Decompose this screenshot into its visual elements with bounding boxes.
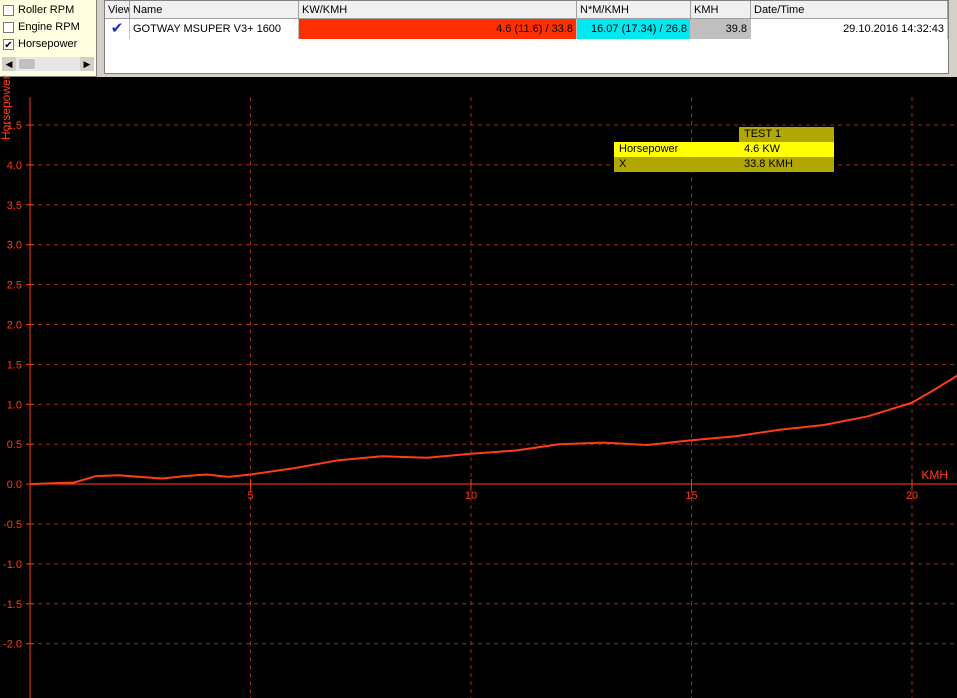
y-tick-label: 3.0 [7,240,22,252]
y-axis-label: Horsepower [0,75,13,140]
y-tick-label: 2.5 [7,280,22,292]
y-tick-label: -0.5 [3,519,22,531]
engine-rpm-label: Engine RPM [18,21,80,33]
y-tick-label: 3.5 [7,200,22,212]
col-view-header[interactable]: View [105,1,130,19]
chart-grid [30,97,957,698]
y-tick-label: 1.0 [7,399,22,411]
tooltip-x-label: X [614,157,739,172]
y-tick-label: 0.5 [7,439,22,451]
chart-curves [29,374,957,486]
horsepower-option[interactable]: ✔ Horsepower [3,36,77,52]
row-name: GOTWAY MSUPER V3+ 1600 [130,19,299,39]
col-nm-header[interactable]: N*M/KMH [577,1,691,19]
scroll-right-icon[interactable]: ▶ [80,57,94,71]
y-tick-label: -2.0 [3,639,22,651]
channel-legend: Roller RPM Engine RPM ✔ Horsepower ◀ ▶ [0,0,97,77]
legend-scrollbar[interactable]: ◀ ▶ [2,57,94,71]
roller-rpm-label: Roller RPM [18,4,75,16]
y-tick-label: 4.0 [7,160,22,172]
engine-rpm-checkbox[interactable] [3,21,14,33]
col-kmh-header[interactable]: KMH [691,1,751,19]
row-nm: 16.07 (17.34) / 26.8 [577,19,691,39]
row-kw: 4.6 (11.6) / 33.8 [299,19,577,39]
x-tick-label: 20 [906,490,918,502]
col-name-header[interactable]: Name [130,1,299,19]
y-tick-label: 2.0 [7,320,22,332]
scroll-thumb[interactable] [18,58,36,70]
scroll-left-icon[interactable]: ◀ [2,57,16,71]
roller-rpm-option[interactable]: Roller RPM [3,2,74,18]
tooltip-x-value: 33.8 KMH [739,157,834,172]
col-kw-header[interactable]: KW/KMH [299,1,577,19]
horsepower-label: Horsepower [18,38,78,50]
x-tick-label: 5 [247,490,253,502]
tooltip-series-label: Horsepower [614,142,739,157]
view-check-icon[interactable]: ✔ [105,19,130,39]
chart-axes: KMH [29,97,957,698]
row-kmh: 39.8 [691,19,751,39]
col-datetime-header[interactable]: Date/Time [751,1,948,19]
results-table: View Name KW/KMH N*M/KMH KMH Date/Time ✔… [104,0,949,74]
tooltip-test: TEST 1 [739,127,834,142]
series-line-0 [29,374,957,486]
tooltip-series-value: 4.6 KW [739,142,834,157]
y-tick-label: -1.0 [3,559,22,571]
y-tick-label: -1.5 [3,599,22,611]
y-tick-label: 0.0 [7,479,22,491]
chart-ticks: 1.54.03.53.02.52.01.51.00.50.0-0.5-1.0-1… [3,120,918,651]
x-tick-label: 15 [685,490,697,502]
x-tick-label: 10 [465,490,477,502]
y-tick-label: 1.5 [7,359,22,371]
engine-rpm-option[interactable]: Engine RPM [3,19,80,35]
x-axis-label: KMH [921,468,948,482]
top-panel: Roller RPM Engine RPM ✔ Horsepower ◀ ▶ V… [0,0,957,77]
horsepower-checkbox[interactable]: ✔ [3,38,14,51]
roller-rpm-checkbox[interactable] [3,4,14,16]
row-datetime: 29.10.2016 14:32:43 [751,19,948,39]
